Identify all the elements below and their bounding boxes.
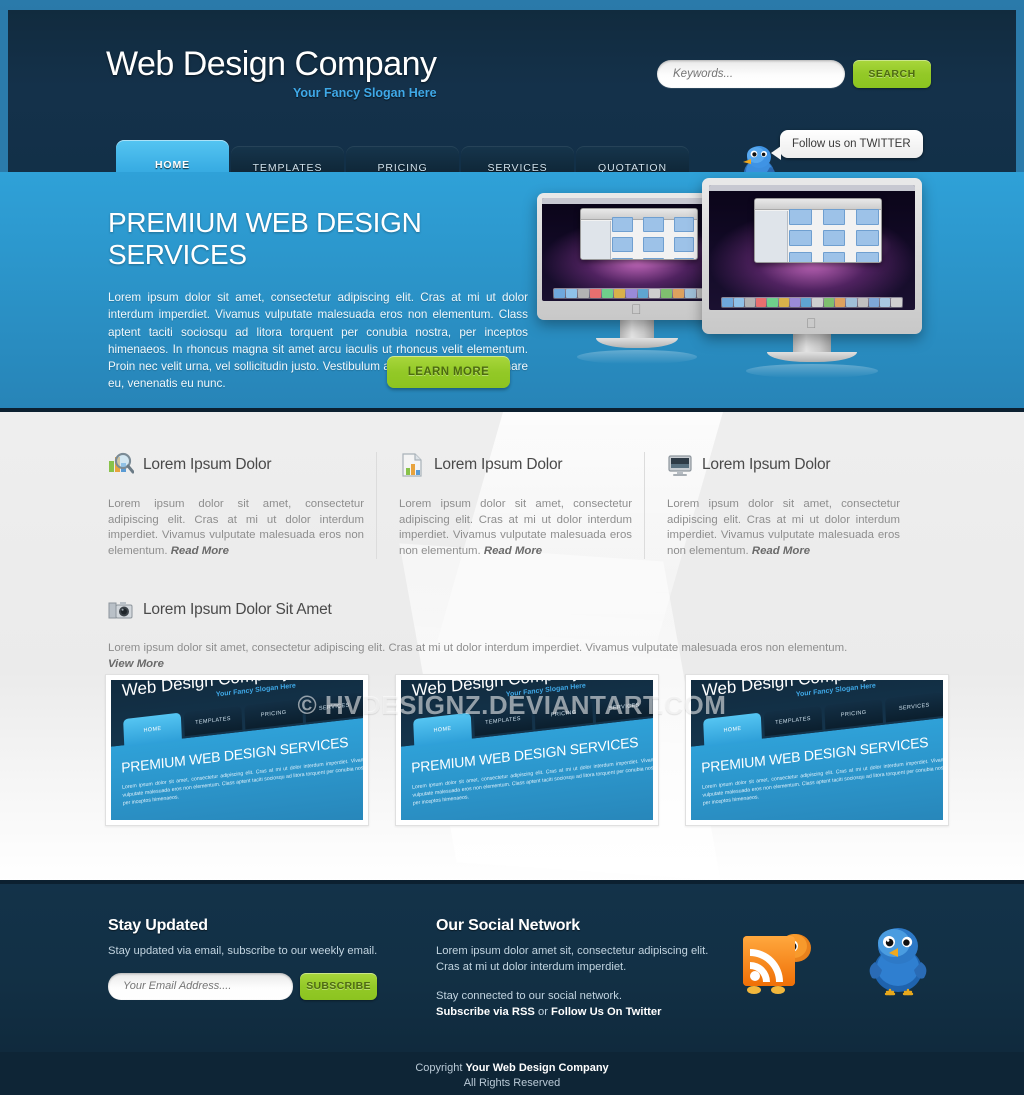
rights-text: All Rights Reserved <box>463 1077 561 1089</box>
thumbnail-tab: TEMPLATES <box>763 705 823 737</box>
feature-body: Lorem ipsum dolor sit amet, consectetur … <box>667 498 900 557</box>
portfolio-body: Lorem ipsum dolor sit amet, consectetur … <box>108 642 848 670</box>
thumbnail-tab: PRICING <box>824 698 883 730</box>
view-more-link[interactable]: View More <box>108 658 164 670</box>
thumbnail-preview: Web Design Company Your Fancy Slogan Here… <box>691 680 943 820</box>
social-block: Our Social Network Lorem ipsum dolor ame… <box>436 917 726 1020</box>
read-more-link[interactable]: Read More <box>484 545 542 557</box>
finder-window <box>754 197 883 263</box>
newsletter-form: SUBSCRIBE <box>108 972 408 1000</box>
search-box: SEARCH <box>657 60 931 88</box>
thumbnail-preview: Web Design Company Your Fancy Slogan Here… <box>111 680 363 820</box>
twitter-callout-text: Follow us on TWITTER <box>792 138 911 150</box>
read-more-link[interactable]: Read More <box>171 545 229 557</box>
portfolio-title: Lorem Ipsum Dolor Sit Amet <box>143 601 332 618</box>
learn-more-button[interactable]: LEARN MORE <box>387 356 510 388</box>
rss-link[interactable]: Subscribe via RSS <box>436 1006 535 1018</box>
social-title: Our Social Network <box>436 917 580 934</box>
search-button[interactable]: SEARCH <box>853 60 931 88</box>
finder-window <box>580 208 698 260</box>
thumbnail-tab: PRICING <box>244 698 303 730</box>
feature-header: Lorem Ipsum Dolor <box>108 452 364 478</box>
feature-header: Lorem Ipsum Dolor <box>399 452 632 478</box>
feature-title: Lorem Ipsum Dolor <box>434 456 563 473</box>
document-chart-icon <box>402 453 422 477</box>
social-connect-text: Stay connected to our social network. <box>436 990 622 1002</box>
twitter-bird-icon[interactable] <box>862 922 934 998</box>
logo-slogan: Your Fancy Slogan Here <box>292 86 437 100</box>
portfolio-thumbnail[interactable]: Web Design Company Your Fancy Slogan Here… <box>395 674 659 826</box>
site-header: Web Design Company Your Fancy Slogan Her… <box>8 10 1016 180</box>
logo-title: Web Design Company <box>106 45 437 83</box>
imac-front:  <box>702 178 922 378</box>
logo[interactable]: Web Design Company Your Fancy Slogan Her… <box>106 45 437 100</box>
thumbnail-tab: SERVICES <box>594 691 653 723</box>
feature-body: Lorem ipsum dolor sit amet, consectetur … <box>399 498 632 557</box>
mac-dock <box>553 288 721 299</box>
copyright-bar: Copyright Your Web Design Company All Ri… <box>0 1052 1024 1095</box>
hero-section: PREMIUM WEB DESIGN SERVICES Lorem ipsum … <box>0 172 1024 410</box>
search-input[interactable] <box>657 60 845 88</box>
thumbnail-tab: TEMPLATES <box>473 705 533 737</box>
feature-title: Lorem Ipsum Dolor <box>702 456 831 473</box>
copyright-prefix: Copyright <box>415 1062 466 1074</box>
twitter-link[interactable]: Follow Us On Twitter <box>551 1006 661 1018</box>
subscribe-button[interactable]: SUBSCRIBE <box>300 972 377 1000</box>
thumbnail-preview: Web Design Company Your Fancy Slogan Here… <box>401 680 653 820</box>
magnifier-chart-icon <box>109 452 134 474</box>
feature-column-1: Lorem Ipsum Dolor Lorem ipsum dolor sit … <box>108 452 364 559</box>
portfolio-intro: Lorem Ipsum Dolor Sit Amet Lorem ipsum d… <box>108 597 920 672</box>
read-more-link[interactable]: Read More <box>752 545 810 557</box>
newsletter-title: Stay Updated <box>108 917 208 934</box>
or-label: or <box>534 1005 552 1018</box>
mac-dock <box>721 297 903 308</box>
social-text: Lorem ipsum dolor amet sit, consectetur … <box>436 945 709 973</box>
content-section: Lorem Ipsum Dolor Lorem ipsum dolor sit … <box>0 412 1024 884</box>
social-links: Stay connected to our social network. Su… <box>436 989 726 1020</box>
thumbnail-tab: SERVICES <box>304 691 363 723</box>
feature-title: Lorem Ipsum Dolor <box>143 456 272 473</box>
camera-icon <box>108 602 133 619</box>
feature-body: Lorem ipsum dolor sit amet, consectetur … <box>108 498 364 557</box>
thumbnail-tab: TEMPLATES <box>183 705 243 737</box>
feature-columns: Lorem Ipsum Dolor Lorem ipsum dolor sit … <box>108 452 920 560</box>
mac-menubar <box>709 185 915 191</box>
apple-logo-icon:  <box>631 302 643 316</box>
thumbnail-tab: PRICING <box>534 698 593 730</box>
apple-logo-icon:  <box>806 316 818 330</box>
email-input[interactable] <box>108 972 293 1000</box>
top-accent-strip <box>0 0 1024 10</box>
twitter-callout-bubble[interactable]: Follow us on TWITTER <box>771 130 923 160</box>
portfolio-thumbnail[interactable]: Web Design Company Your Fancy Slogan Here… <box>685 674 949 826</box>
thumbnail-tab: SERVICES <box>884 691 943 723</box>
copyright-company: Your Web Design Company <box>465 1062 609 1074</box>
social-icons <box>738 922 934 998</box>
newsletter-block: Stay Updated Stay updated via email, sub… <box>108 917 408 1000</box>
portfolio-thumbnail[interactable]: Web Design Company Your Fancy Slogan Here… <box>105 674 369 826</box>
portfolio-header: Lorem Ipsum Dolor Sit Amet <box>108 597 920 623</box>
rss-bird-icon[interactable] <box>738 922 820 998</box>
feature-header: Lorem Ipsum Dolor <box>667 452 900 478</box>
hero-title: PREMIUM WEB DESIGN SERVICES <box>108 207 422 270</box>
site-footer: Stay Updated Stay updated via email, sub… <box>0 884 1024 1052</box>
feature-column-3: Lorem Ipsum Dolor Lorem ipsum dolor sit … <box>644 452 900 560</box>
portfolio-thumbnail-list: Web Design Company Your Fancy Slogan Here… <box>105 674 949 826</box>
monitor-icon <box>668 455 692 476</box>
newsletter-text: Stay updated via email, subscribe to our… <box>108 945 378 957</box>
feature-column-2: Lorem Ipsum Dolor Lorem ipsum dolor sit … <box>376 452 632 560</box>
